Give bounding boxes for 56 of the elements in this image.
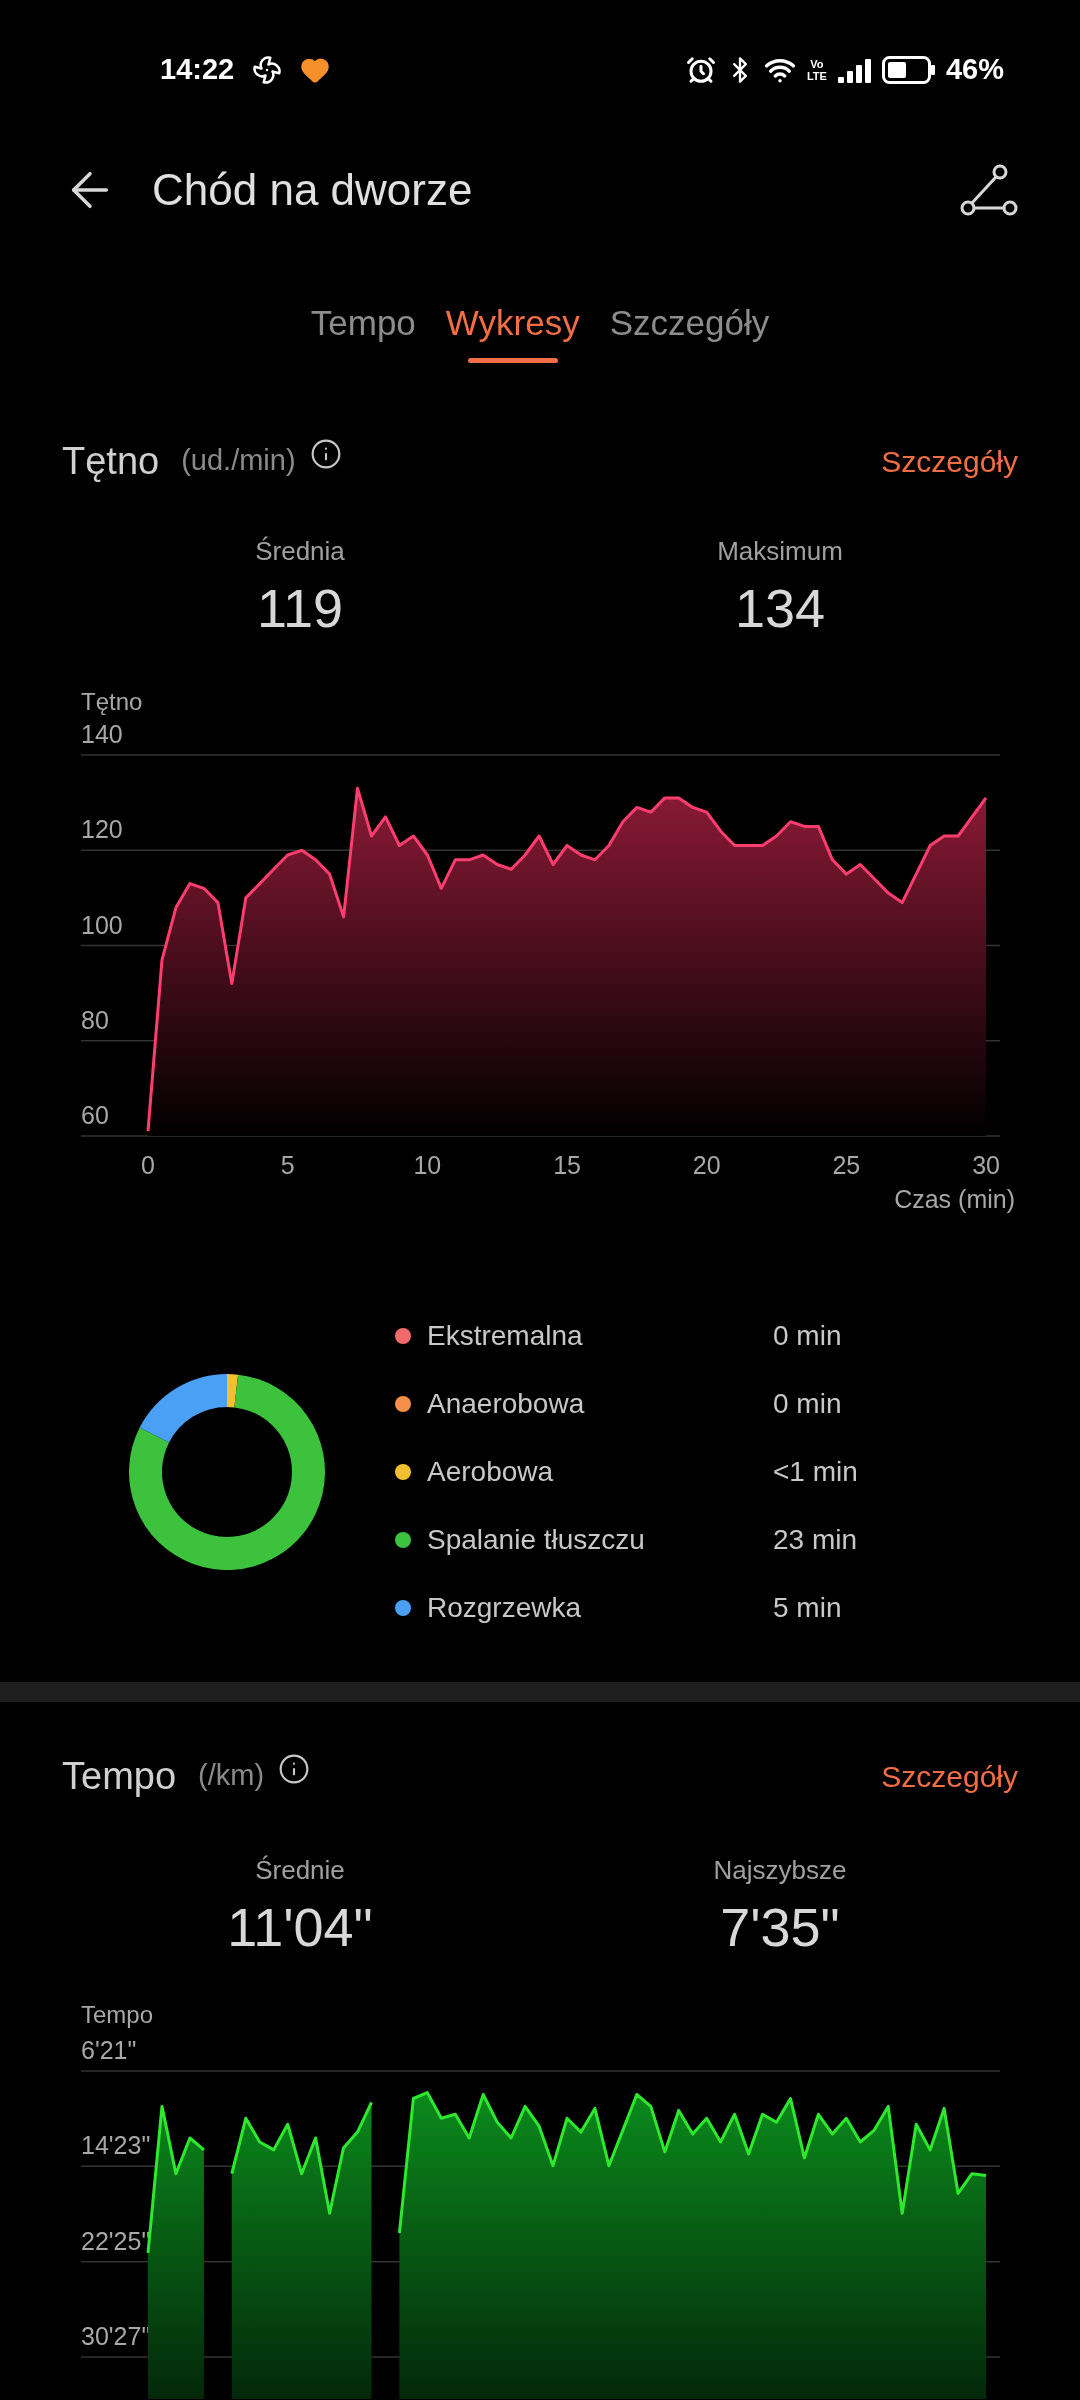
stat-value: 134 [734, 577, 826, 640]
stat-value: 119 [256, 577, 344, 640]
axis-tick-label: 25 [832, 1151, 861, 1179]
section-title: Tempo [62, 1753, 177, 1799]
axis-tick-label: 120 [81, 815, 123, 844]
alarm-icon [685, 55, 716, 85]
network-type: Vo LTE [805, 58, 828, 82]
zone-name: Spalanie tłuszczu [427, 1523, 646, 1557]
axis-tick-label: 100 [81, 910, 123, 939]
tab[interactable]: Tempo [308, 298, 418, 363]
stat-label: Maksimum [717, 535, 843, 568]
zone-name: Aerobowa [427, 1455, 555, 1489]
tab[interactable]: Wykresy [443, 298, 582, 363]
zone-duration: <1 min [773, 1455, 858, 1489]
axis-tick-label: 30 [972, 1151, 1000, 1179]
stat-label: Średnia [255, 535, 345, 568]
axis-tick-label: 15 [553, 1151, 581, 1179]
status-time: 14:22 [160, 52, 235, 88]
stat-value: 7'35" [720, 1896, 840, 1959]
axis-tick-label: 20 [692, 1151, 721, 1179]
zone-duration: 5 min [773, 1591, 842, 1625]
info-icon[interactable] [309, 438, 342, 470]
zone-duration: 0 min [773, 1319, 842, 1353]
axis-tick-label: 10 [413, 1151, 442, 1179]
zone-name: Rozgrzewka [427, 1591, 583, 1625]
axis-tick-label: 140 [81, 720, 123, 748]
axis-title: Tętno [81, 688, 143, 715]
unit-label: (ud./min) [181, 443, 296, 479]
axis-title: Tempo [81, 2001, 154, 2028]
axis-tick-label: 0 [141, 1151, 155, 1179]
zone-duration: 0 min [773, 1387, 842, 1421]
page-title: Chód na dworze [152, 164, 473, 216]
details-link[interactable]: Szczegóły [881, 438, 1018, 484]
stat-value: 11'04" [227, 1896, 373, 1959]
stat-label: Najszybsze [713, 1854, 847, 1887]
unit-label: (/km) [198, 1758, 265, 1794]
details-link[interactable]: Szczegóły [881, 1753, 1018, 1799]
axis-title: Czas (min) [894, 1185, 1015, 1213]
axis-tick-label: 5 [280, 1151, 295, 1179]
axis-tick-label: 80 [81, 1005, 109, 1034]
axis-tick-label: 60 [81, 1101, 109, 1129]
battery-percent: 46% [945, 52, 1004, 88]
tab[interactable]: Szczegóły [607, 298, 772, 363]
section-title: Tętno [62, 438, 160, 484]
axis-tick-label: 14'23" [81, 2131, 151, 2160]
axis-tick-label: 30'27" [81, 2322, 151, 2350]
info-icon[interactable] [278, 1753, 311, 1785]
pinwheel-icon [252, 55, 283, 85]
axis-tick-label: 6'21" [81, 2036, 137, 2064]
route-icon[interactable] [960, 164, 1018, 216]
stat-label: Średnie [255, 1854, 345, 1887]
zone-name: Anaerobowa [427, 1387, 586, 1421]
zone-name: Ekstremalna [427, 1319, 584, 1353]
zone-duration: 23 min [773, 1523, 858, 1557]
signal-icon [837, 57, 872, 83]
battery-icon [881, 56, 936, 84]
